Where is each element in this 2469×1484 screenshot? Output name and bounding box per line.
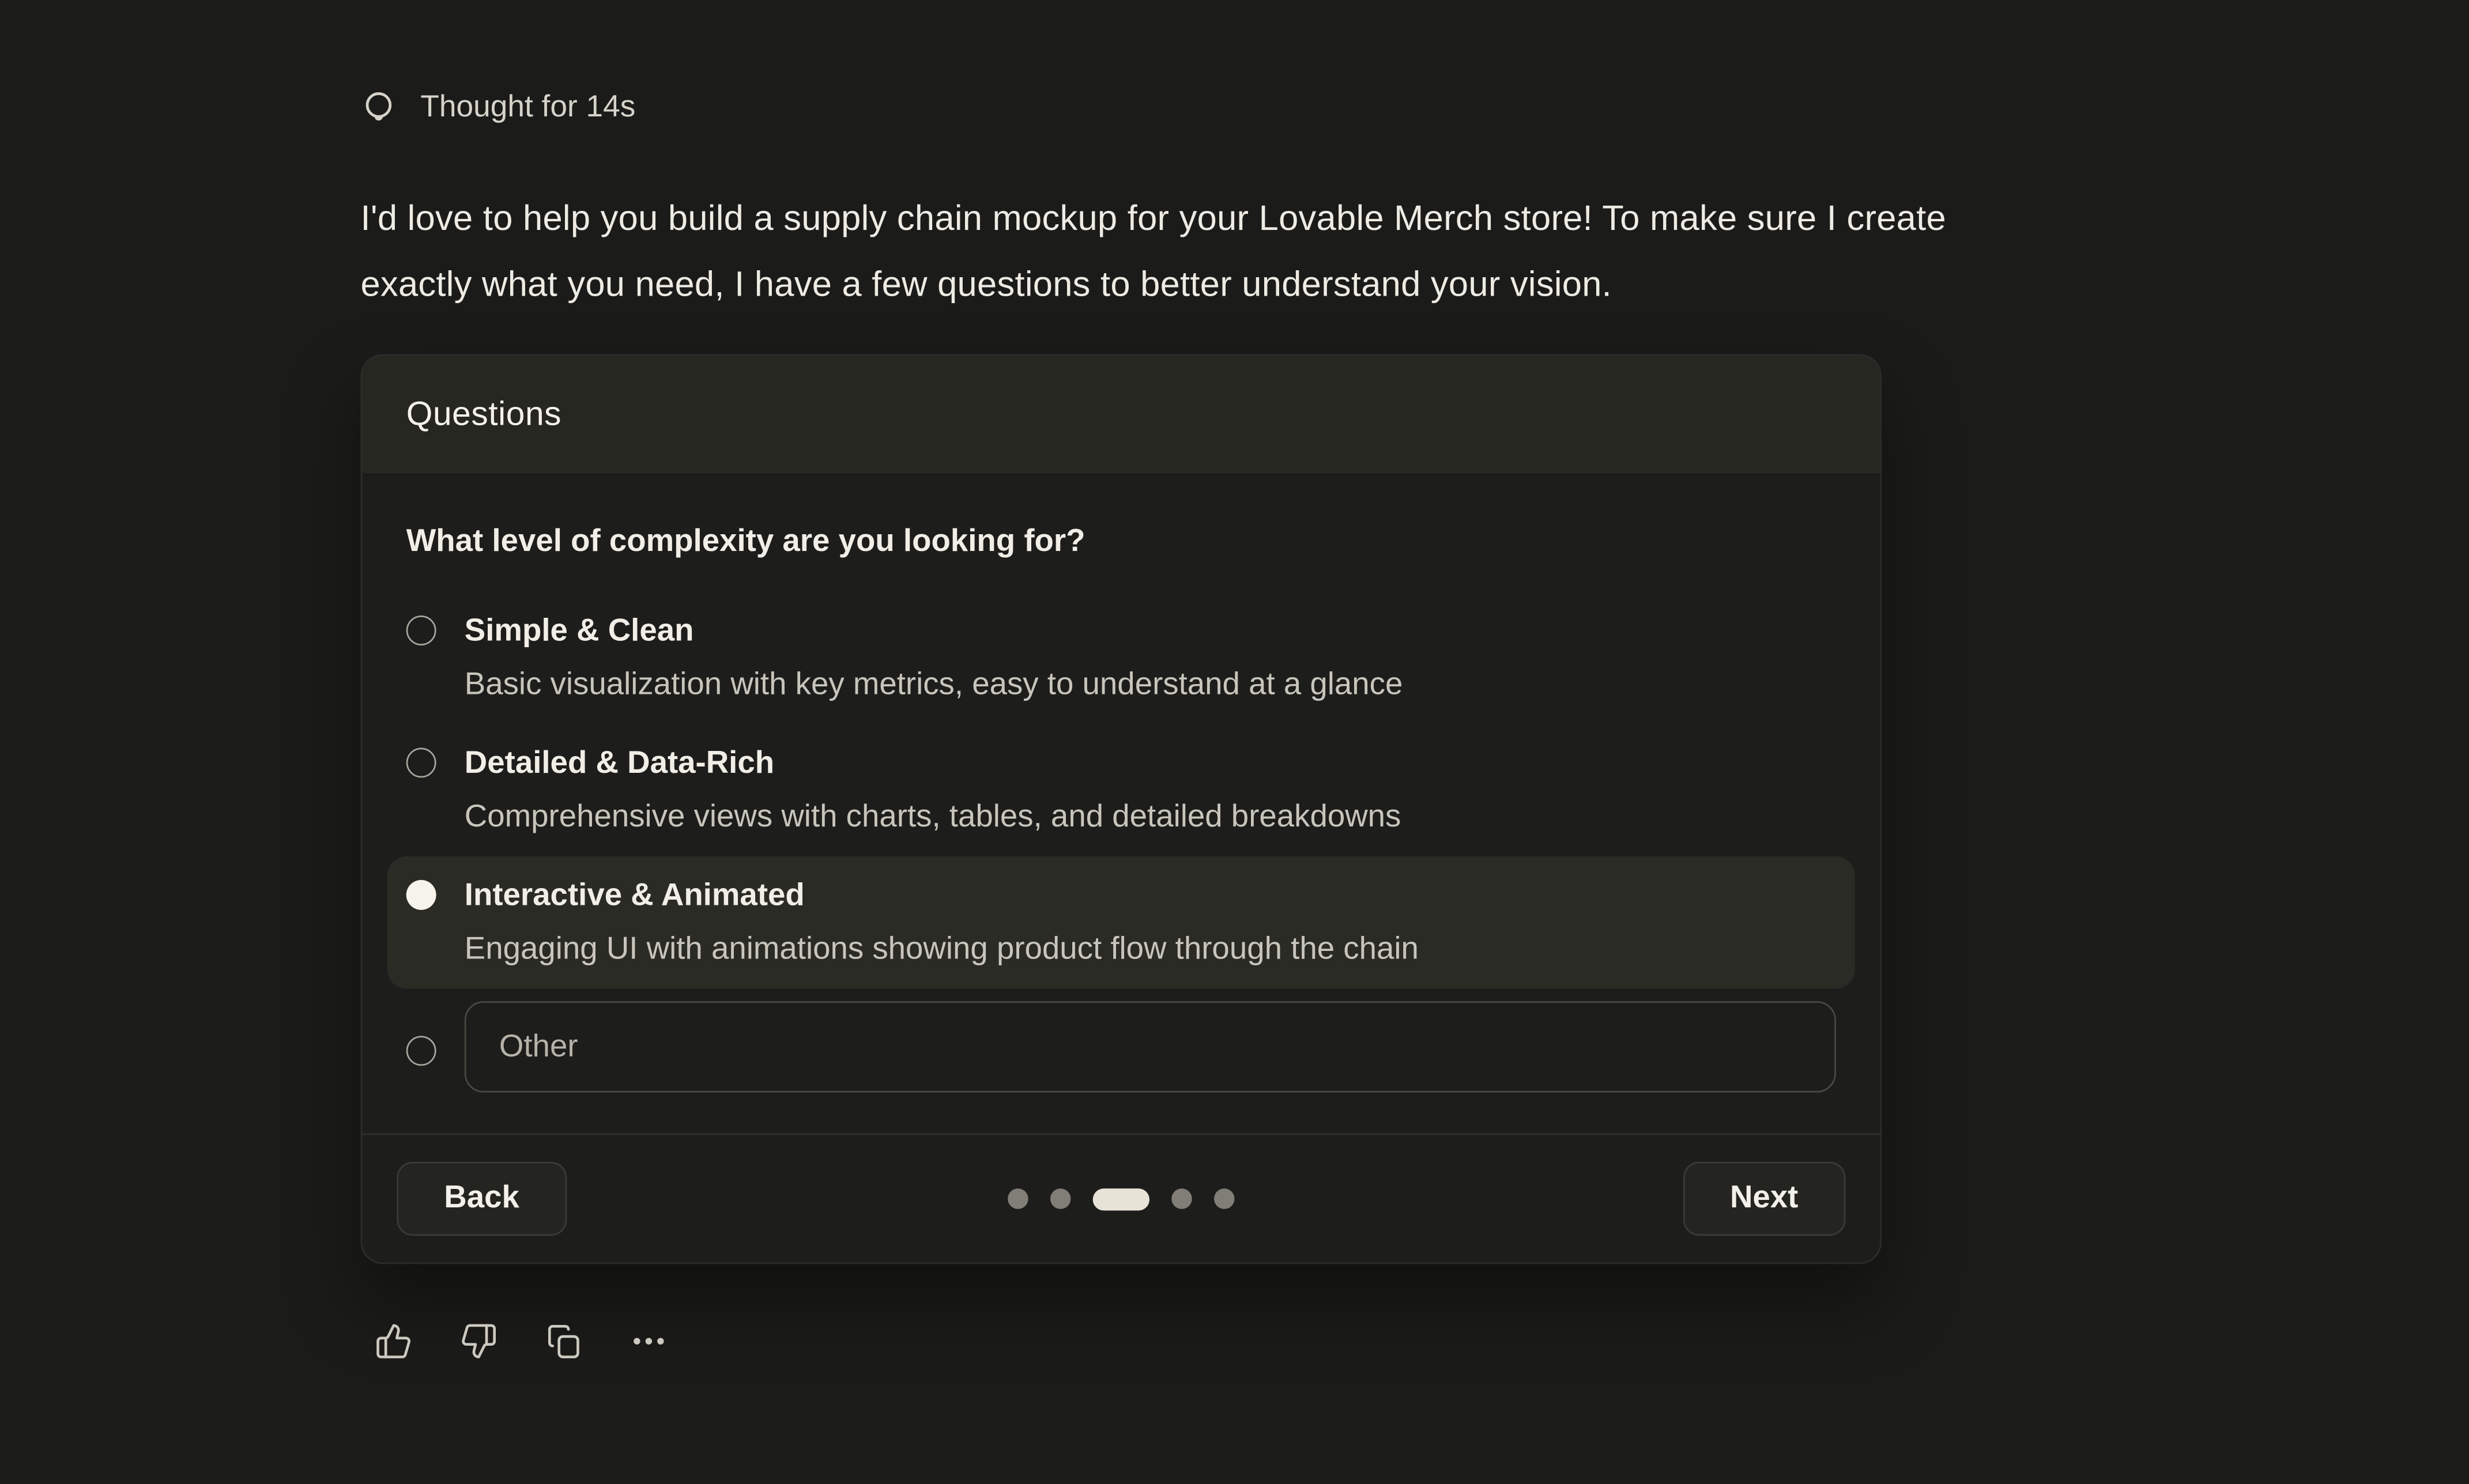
thinking-toggle[interactable]: Thought for 14s xyxy=(361,85,2203,129)
radio-selected-icon[interactable] xyxy=(406,880,436,910)
progress-dot xyxy=(1008,1188,1028,1209)
option-description: Basic visualization with key metrics, ea… xyxy=(465,663,1403,707)
option-interactive-animated[interactable]: Interactive & Animated Engaging UI with … xyxy=(387,856,1855,988)
option-label: Interactive & Animated xyxy=(465,874,1419,917)
copy-icon xyxy=(545,1322,583,1360)
thumbs-up-button[interactable] xyxy=(375,1322,413,1360)
back-button[interactable]: Back xyxy=(397,1162,566,1236)
message-actions xyxy=(361,1322,2203,1360)
radio-unselected-icon[interactable] xyxy=(406,615,436,645)
progress-dot xyxy=(1171,1188,1192,1209)
option-other[interactable] xyxy=(387,988,1855,1092)
card-footer: Back Next xyxy=(362,1134,1880,1263)
chat-canvas: Thought for 14s I'd love to help you bui… xyxy=(0,0,2469,1484)
option-description: Comprehensive views with charts, tables,… xyxy=(465,795,1401,839)
progress-dot xyxy=(1214,1188,1235,1209)
progress-dots xyxy=(1008,1188,1234,1210)
lightbulb-icon xyxy=(361,89,397,125)
option-simple-clean[interactable]: Simple & Clean Basic visualization with … xyxy=(387,592,1855,724)
thinking-label: Thought for 14s xyxy=(420,89,635,125)
option-label: Detailed & Data-Rich xyxy=(465,742,1401,786)
card-header: Questions xyxy=(362,356,1880,475)
radio-unselected-icon[interactable] xyxy=(406,747,436,777)
assistant-message: I'd love to help you build a supply chai… xyxy=(361,186,2203,318)
message-line: I'd love to help you build a supply chai… xyxy=(361,186,2203,252)
card-body: What level of complexity are you looking… xyxy=(362,475,1880,1134)
radio-unselected-icon[interactable] xyxy=(406,1035,436,1065)
progress-dot xyxy=(1050,1188,1071,1209)
progress-dot-active xyxy=(1093,1188,1149,1210)
questions-card: Questions What level of complexity are y… xyxy=(361,354,1882,1264)
thumbs-down-icon xyxy=(460,1322,498,1360)
option-label: Simple & Clean xyxy=(465,609,1403,653)
thumbs-down-button[interactable] xyxy=(460,1322,498,1360)
next-button[interactable]: Next xyxy=(1683,1162,1845,1236)
card-title: Questions xyxy=(406,395,561,435)
option-description: Engaging UI with animations showing prod… xyxy=(465,927,1419,971)
copy-button[interactable] xyxy=(545,1322,583,1360)
ellipsis-icon xyxy=(630,1322,668,1360)
question-text: What level of complexity are you looking… xyxy=(406,523,1836,561)
other-input[interactable] xyxy=(465,1001,1836,1092)
message-line: exactly what you need, I have a few ques… xyxy=(361,252,2203,318)
option-detailed-data-rich[interactable]: Detailed & Data-Rich Comprehensive views… xyxy=(387,724,1855,856)
more-options-button[interactable] xyxy=(630,1322,668,1360)
thumbs-up-icon xyxy=(375,1322,413,1360)
